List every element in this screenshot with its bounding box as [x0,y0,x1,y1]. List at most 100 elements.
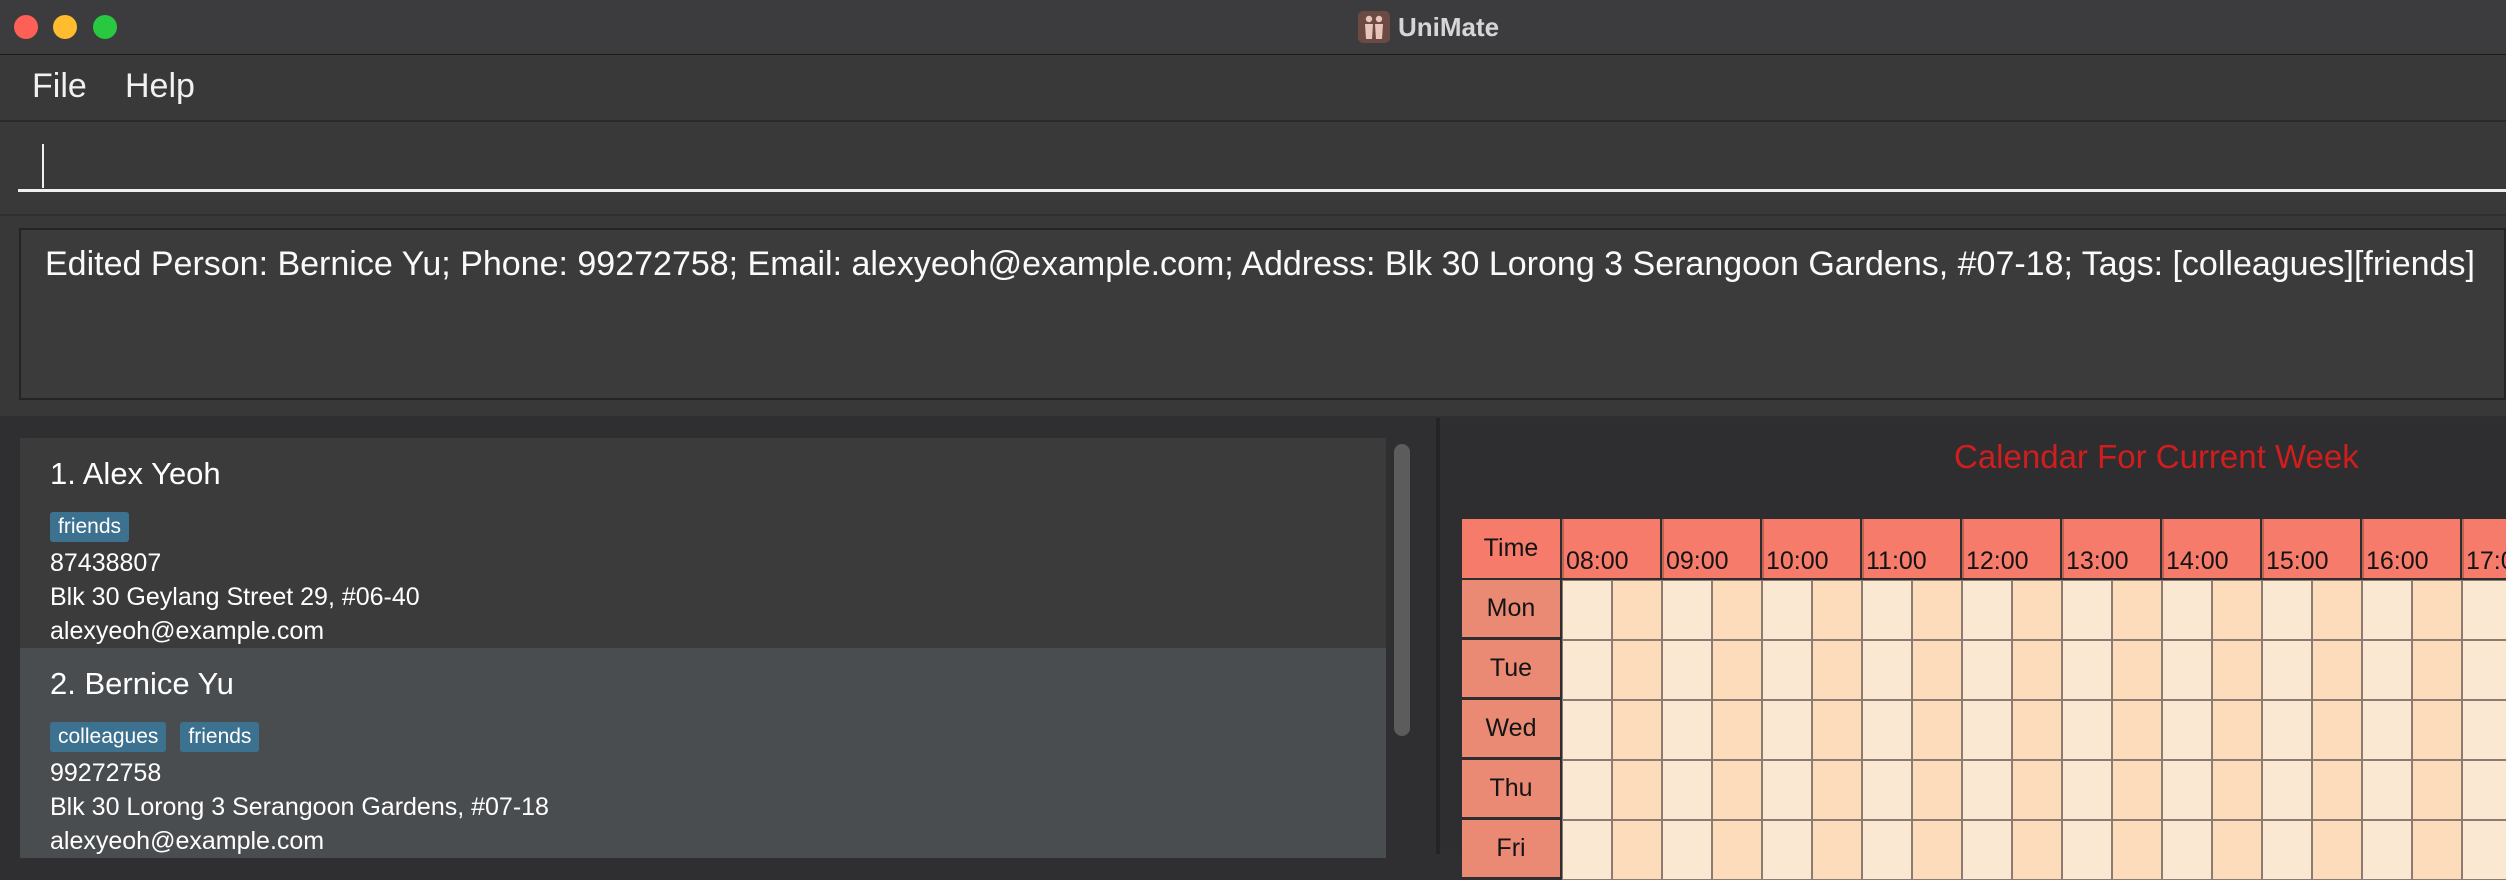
calendar-slot[interactable] [2012,820,2062,880]
calendar-slot[interactable] [1562,580,1612,640]
maximize-window-button[interactable] [93,15,117,39]
calendar-slot[interactable] [1912,820,1962,880]
calendar-slot[interactable] [2212,760,2262,820]
calendar-slot[interactable] [1712,640,1762,700]
calendar-slot[interactable] [2362,700,2412,760]
calendar-slot[interactable] [1962,760,2012,820]
calendar-slot[interactable] [2262,820,2312,880]
calendar-slot[interactable] [2012,760,2062,820]
calendar-slot[interactable] [2112,760,2162,820]
calendar-slot[interactable] [2212,820,2262,880]
calendar-slot[interactable] [1962,580,2012,640]
calendar-slot[interactable] [1712,700,1762,760]
calendar-slot[interactable] [2112,580,2162,640]
result-display-box[interactable]: Edited Person: Bernice Yu; Phone: 992727… [19,228,2506,400]
calendar-slot[interactable] [2162,760,2212,820]
calendar-slot[interactable] [1862,640,1912,700]
calendar-slot[interactable] [2312,760,2362,820]
menu-file[interactable]: File [32,67,87,106]
calendar-slot[interactable] [1562,640,1612,700]
calendar-slot[interactable] [2212,700,2262,760]
calendar-slot[interactable] [1812,580,1862,640]
calendar-slot[interactable] [1562,820,1612,880]
calendar-slot[interactable] [2262,640,2312,700]
calendar-slot[interactable] [1862,820,1912,880]
menu-help[interactable]: Help [125,67,195,106]
calendar-slot[interactable] [2312,820,2362,880]
calendar-slot[interactable] [2162,700,2212,760]
calendar-slot[interactable] [2012,640,2062,700]
calendar-slot[interactable] [1912,760,1962,820]
calendar-slot[interactable] [2112,700,2162,760]
calendar-slot[interactable] [2312,580,2362,640]
calendar-slot[interactable] [2112,640,2162,700]
calendar-slot[interactable] [1962,700,2012,760]
calendar-slot[interactable] [2212,640,2262,700]
close-window-button[interactable] [14,15,38,39]
calendar-slot[interactable] [2062,760,2112,820]
minimize-window-button[interactable] [53,15,77,39]
calendar-slot[interactable] [2362,580,2412,640]
list-scrollbar-thumb[interactable] [1394,444,1410,736]
calendar-slot[interactable] [2062,700,2112,760]
calendar-slot[interactable] [1612,760,1662,820]
calendar-slot[interactable] [2462,700,2506,760]
calendar-slot[interactable] [1762,820,1812,880]
calendar-slot[interactable] [1812,760,1862,820]
calendar-slot[interactable] [2462,760,2506,820]
calendar-slot[interactable] [2162,820,2212,880]
calendar-slot[interactable] [1962,640,2012,700]
calendar-slot[interactable] [1812,820,1862,880]
calendar-slot[interactable] [1862,760,1912,820]
calendar-slot[interactable] [2412,820,2462,880]
calendar-slot[interactable] [2062,580,2112,640]
calendar-slot[interactable] [1962,820,2012,880]
calendar-slot[interactable] [2062,820,2112,880]
calendar-slot[interactable] [1612,700,1662,760]
calendar-slot[interactable] [1762,640,1812,700]
calendar-slot[interactable] [2012,580,2062,640]
calendar-slot[interactable] [1912,700,1962,760]
calendar-slot[interactable] [2112,820,2162,880]
calendar-slot[interactable] [1812,700,1862,760]
calendar-slot[interactable] [1662,640,1712,700]
calendar-slot[interactable] [1562,700,1612,760]
calendar-slot[interactable] [2412,640,2462,700]
calendar-slot[interactable] [1912,640,1962,700]
calendar-slot[interactable] [2362,640,2412,700]
calendar-slot[interactable] [2312,700,2362,760]
calendar-slot[interactable] [1712,820,1762,880]
calendar-slot[interactable] [1662,700,1712,760]
calendar-slot[interactable] [1862,580,1912,640]
calendar-slot[interactable] [2162,640,2212,700]
calendar-slot[interactable] [1612,580,1662,640]
calendar-slot[interactable] [2212,580,2262,640]
calendar-slot[interactable] [1662,580,1712,640]
calendar-slot[interactable] [1862,700,1912,760]
calendar-slot[interactable] [1662,760,1712,820]
calendar-slot[interactable] [2462,640,2506,700]
calendar-slot[interactable] [2362,820,2412,880]
calendar-slot[interactable] [1762,760,1812,820]
calendar-slot[interactable] [1612,640,1662,700]
calendar-slot[interactable] [2262,760,2312,820]
calendar-slot[interactable] [1612,820,1662,880]
calendar-slot[interactable] [2262,700,2312,760]
calendar-slot[interactable] [2162,580,2212,640]
calendar-slot[interactable] [2412,580,2462,640]
calendar-slot[interactable] [1762,700,1812,760]
calendar-slot[interactable] [1812,640,1862,700]
command-input[interactable] [18,136,2506,192]
calendar-slot[interactable] [1912,580,1962,640]
calendar-slot[interactable] [2312,640,2362,700]
calendar-slot[interactable] [2412,700,2462,760]
calendar-slot[interactable] [2462,580,2506,640]
calendar-slot[interactable] [1712,760,1762,820]
calendar-slot[interactable] [1762,580,1812,640]
calendar-slot[interactable] [2012,700,2062,760]
person-card[interactable]: 1. Alex Yeoh friends 87438807 Blk 30 Gey… [20,438,1386,648]
calendar-slot[interactable] [2362,760,2412,820]
calendar-slot[interactable] [2412,760,2462,820]
calendar-slot[interactable] [2262,580,2312,640]
calendar-slot[interactable] [2062,640,2112,700]
